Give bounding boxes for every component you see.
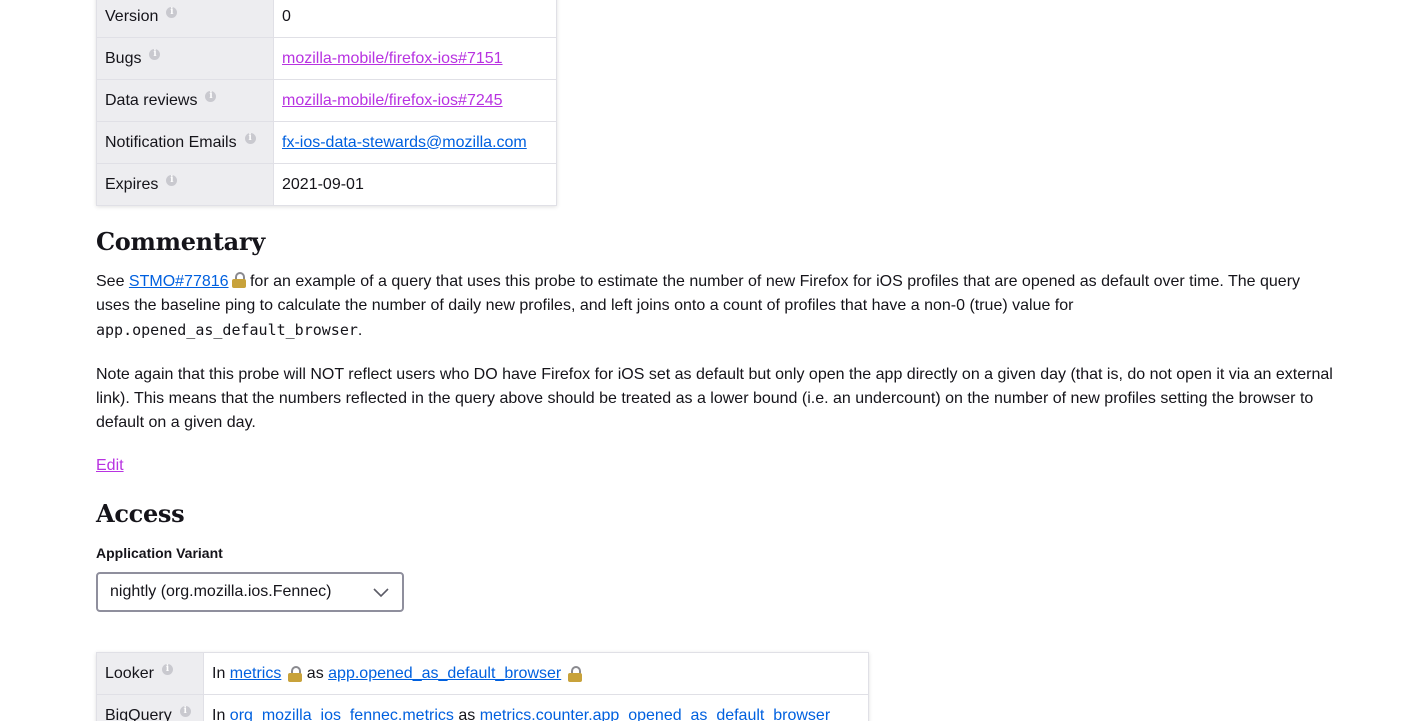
info-icon[interactable]: i xyxy=(166,7,178,18)
looker-prefix: In xyxy=(212,664,230,682)
metadata-value: fx-ios-data-stewards@mozilla.com xyxy=(274,122,556,163)
access-value: In org_mozilla_ios_fennec.metrics as met… xyxy=(204,695,868,721)
looker-explore-link[interactable]: metrics xyxy=(230,665,282,683)
chevron-down-icon xyxy=(373,588,389,598)
bigquery-table-link[interactable]: org_mozilla_ios_fennec.metrics xyxy=(230,707,454,721)
version-label: Version xyxy=(105,7,159,25)
metadata-table: Version i 0 Bugs i mozilla-mobile/firefo… xyxy=(96,0,557,206)
table-row: Expires i 2021-09-01 xyxy=(97,163,556,205)
probe-detail-page: Version i 0 Bugs i mozilla-mobile/firefo… xyxy=(0,0,1428,721)
table-row: Looker i In metrics as app.opened_as_def… xyxy=(97,653,868,694)
probe-name-code: app.opened_as_default_browser xyxy=(96,321,358,339)
access-heading: Access xyxy=(96,499,185,528)
lock-icon xyxy=(568,665,583,682)
data-review-link[interactable]: mozilla-mobile/firefox-ios#7245 xyxy=(282,92,503,110)
access-key: Looker i xyxy=(97,653,204,694)
info-icon[interactable]: i xyxy=(244,133,256,144)
table-row: Data reviews i mozilla-mobile/firefox-io… xyxy=(97,79,556,121)
bug-link[interactable]: mozilla-mobile/firefox-ios#7151 xyxy=(282,50,503,68)
bigquery-column-link[interactable]: metrics.counter.app_opened_as_default_br… xyxy=(480,707,830,721)
application-variant-select[interactable]: nightly (org.mozilla.ios.Fennec) xyxy=(96,572,404,612)
application-variant-label: Application Variant xyxy=(96,545,223,561)
access-key: BigQuery i xyxy=(97,695,204,721)
info-icon[interactable]: i xyxy=(149,49,161,60)
info-icon[interactable]: i xyxy=(205,91,217,102)
info-icon[interactable]: i xyxy=(179,706,191,717)
metadata-value: mozilla-mobile/firefox-ios#7245 xyxy=(274,80,556,121)
metadata-value: 0 xyxy=(274,0,556,37)
table-row: Notification Emails i fx-ios-data-stewar… xyxy=(97,121,556,163)
commentary-heading: Commentary xyxy=(96,227,265,256)
table-row: Bugs i mozilla-mobile/firefox-ios#7151 xyxy=(97,37,556,79)
bigquery-middle: as xyxy=(453,706,480,721)
lock-icon xyxy=(231,272,246,288)
looker-label: Looker xyxy=(105,664,154,682)
bugs-label: Bugs xyxy=(105,49,142,67)
edit-link[interactable]: Edit xyxy=(96,457,124,475)
commentary-paragraph: See STMO#77816 for an example of a query… xyxy=(96,270,1336,343)
data-reviews-label: Data reviews xyxy=(105,91,198,109)
table-row: Version i 0 xyxy=(97,0,556,37)
metadata-key: Bugs i xyxy=(97,38,274,79)
expires-value: 2021-09-01 xyxy=(282,175,364,193)
lock-icon xyxy=(288,665,303,682)
stmo-link[interactable]: STMO#77816 xyxy=(129,273,229,290)
commentary-end: . xyxy=(357,322,363,339)
bigquery-label: BigQuery xyxy=(105,706,172,721)
version-value: 0 xyxy=(282,7,291,25)
metadata-key: Expires i xyxy=(97,164,274,205)
access-table: Looker i In metrics as app.opened_as_def… xyxy=(96,652,869,721)
metadata-key: Notification Emails i xyxy=(97,122,274,163)
commentary-note: Note again that this probe will NOT refl… xyxy=(96,366,1333,431)
looker-field-link[interactable]: app.opened_as_default_browser xyxy=(328,665,561,683)
metadata-key: Version i xyxy=(97,0,274,37)
commentary-text: for an example of a query that uses this… xyxy=(96,273,1301,314)
metadata-key: Data reviews i xyxy=(97,80,274,121)
expires-label: Expires xyxy=(105,175,159,193)
table-row: BigQuery i In org_mozilla_ios_fennec.met… xyxy=(97,694,868,721)
selected-variant: nightly (org.mozilla.ios.Fennec) xyxy=(110,583,332,600)
info-icon[interactable]: i xyxy=(161,664,173,675)
looker-middle: as xyxy=(302,664,329,682)
notification-emails-label: Notification Emails xyxy=(105,133,237,151)
metadata-value: mozilla-mobile/firefox-ios#7151 xyxy=(274,38,556,79)
metadata-value: 2021-09-01 xyxy=(274,164,556,205)
info-icon[interactable]: i xyxy=(166,175,178,186)
access-value: In metrics as app.opened_as_default_brow… xyxy=(204,653,868,694)
bigquery-prefix: In xyxy=(212,706,230,721)
commentary-prefix: See xyxy=(96,273,129,290)
notification-email-link[interactable]: fx-ios-data-stewards@mozilla.com xyxy=(282,134,527,152)
